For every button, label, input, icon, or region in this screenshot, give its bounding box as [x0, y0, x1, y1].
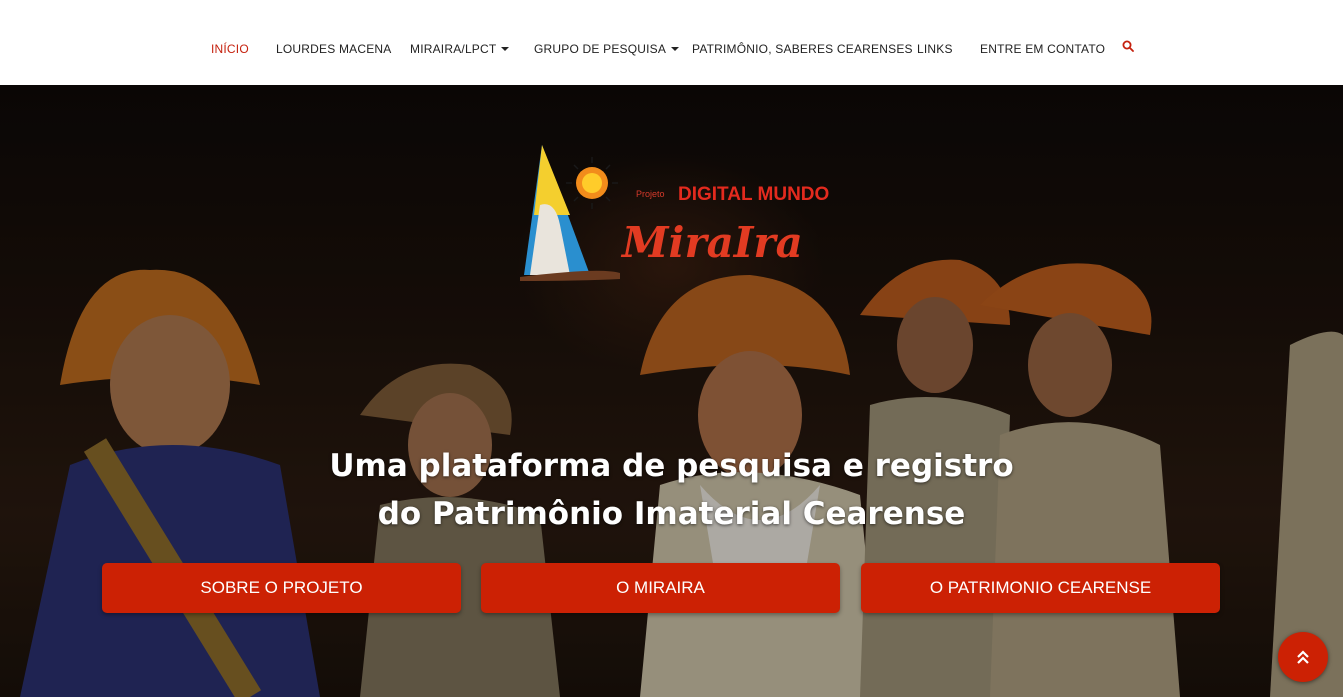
- nav-item-label: ENTRE EM CONTATO: [980, 42, 1106, 56]
- nav-item-label: PATRIMÔNIO, SABERES CEARENSES: [692, 42, 913, 56]
- o-miraira-button[interactable]: O MIRAIRA: [481, 563, 840, 613]
- logo-line1: DIGITAL MUNDO: [678, 184, 829, 205]
- nav-item-label: LINKS: [917, 42, 953, 56]
- nav-item-links[interactable]: LINKS: [917, 42, 953, 56]
- nav-item-label: GRUPO DE PESQUISA: [534, 42, 667, 56]
- caret-down-icon: [671, 47, 680, 51]
- nav-item-label: INÍCIO: [211, 42, 249, 56]
- logo-prefix: Projeto: [636, 189, 665, 199]
- hero-headline-line1: Uma plataforma de pesquisa e registro: [329, 448, 1014, 484]
- hero-banner: Projeto DIGITAL MUNDO MiraIra Uma plataf…: [0, 85, 1343, 697]
- top-navbar: INÍCIO LOURDES MACENA MIRAIRA/LPCT GRUPO…: [0, 0, 1343, 85]
- back-to-top-button[interactable]: [1278, 632, 1328, 682]
- logo-line2: MiraIra: [620, 218, 803, 267]
- hero-headline-line2: do Patrimônio Imaterial Cearense: [377, 496, 966, 532]
- nav-item-grupo-de-pesquisa[interactable]: GRUPO DE PESQUISA: [534, 42, 680, 56]
- nav-item-entre-em-contato[interactable]: ENTRE EM CONTATO: [980, 42, 1105, 56]
- sobre-o-projeto-button[interactable]: SOBRE O PROJETO: [102, 563, 461, 613]
- nav-item-inicio[interactable]: INÍCIO: [211, 42, 249, 56]
- nav-item-lourdes-macena[interactable]: LOURDES MACENA: [276, 42, 392, 56]
- nav-item-label: MIRAIRA/LPCT: [410, 42, 497, 56]
- caret-down-icon: [501, 47, 510, 51]
- project-logo[interactable]: Projeto DIGITAL MUNDO MiraIra: [520, 145, 830, 285]
- search-icon[interactable]: [1122, 40, 1134, 52]
- nav-item-patrimonio[interactable]: PATRIMÔNIO, SABERES CEARENSES: [692, 42, 913, 56]
- o-patrimonio-cearense-button[interactable]: O PATRIMONIO CEARENSE: [861, 563, 1220, 613]
- double-chevron-up-icon: [1297, 650, 1309, 664]
- nav-item-miraira-lpct[interactable]: MIRAIRA/LPCT: [410, 42, 510, 56]
- nav-item-label: LOURDES MACENA: [276, 42, 392, 56]
